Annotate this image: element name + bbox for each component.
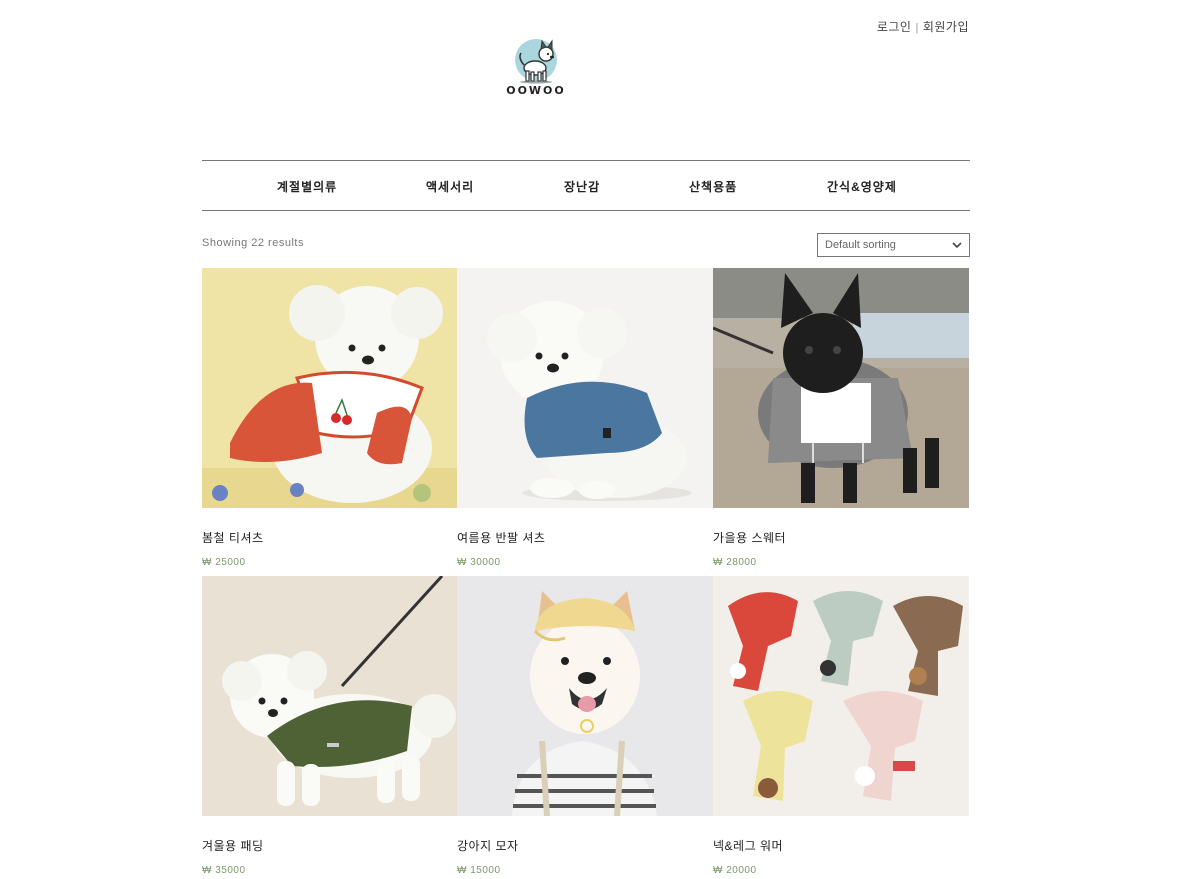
nav-item-toys[interactable]: 장난감 [564, 178, 600, 195]
bulldog-grey-sweater-photo-icon [713, 268, 969, 508]
scarves-photo-icon [713, 576, 969, 816]
product-card[interactable]: 강아지 모자 ₩ 15000 [457, 576, 713, 876]
sort-selected-value: Default sorting [825, 239, 896, 251]
product-name[interactable]: 봄철 티셔츠 [202, 529, 264, 546]
separator: | [915, 22, 919, 34]
results-count: Showing 22 results [202, 237, 304, 249]
product-name[interactable]: 강아지 모자 [457, 837, 519, 854]
top-utility-bar: 로그인 | 회원가입 [877, 18, 969, 35]
signup-link[interactable]: 회원가입 [923, 20, 969, 34]
product-name[interactable]: 겨울용 패딩 [202, 837, 264, 854]
login-link[interactable]: 로그인 [877, 20, 912, 34]
dog-blue-shirt-photo-icon [457, 268, 713, 508]
product-image[interactable] [457, 268, 713, 508]
nav-item-walking-supplies[interactable]: 산책용품 [689, 178, 737, 195]
product-card[interactable]: 봄철 티셔츠 ₩ 25000 [202, 268, 458, 568]
product-price: ₩ 15000 [457, 865, 501, 876]
dog-red-dress-photo-icon [202, 268, 458, 508]
shiba-cap-photo-icon [457, 576, 713, 816]
nav-item-seasonal-clothing[interactable]: 계절별의류 [277, 178, 337, 195]
product-name[interactable]: 여름용 반팔 셔츠 [457, 529, 545, 546]
product-image[interactable] [202, 576, 458, 816]
logo-wordmark: OOWOO [506, 84, 566, 97]
product-price: ₩ 30000 [457, 557, 501, 568]
dog-logo-icon [515, 39, 557, 84]
sort-select[interactable]: Default sorting [817, 233, 970, 257]
product-card[interactable]: 넥&레그 워머 ₩ 20000 [713, 576, 969, 876]
product-image[interactable] [713, 576, 969, 816]
product-card[interactable]: 겨울용 패딩 ₩ 35000 [202, 576, 458, 876]
dog-green-padding-photo-icon [202, 576, 458, 816]
product-price: ₩ 25000 [202, 557, 246, 568]
chevron-down-icon [952, 242, 962, 249]
product-image[interactable] [457, 576, 713, 816]
nav-item-accessories[interactable]: 액세서리 [426, 178, 474, 195]
product-card[interactable]: 여름용 반팔 셔츠 ₩ 30000 [457, 268, 713, 568]
product-price: ₩ 20000 [713, 865, 757, 876]
product-card[interactable]: 가을용 스웨터 ₩ 28000 [713, 268, 969, 568]
product-name[interactable]: 가을용 스웨터 [713, 529, 786, 546]
nav-item-snacks-supplements[interactable]: 간식&영양제 [827, 178, 897, 195]
product-name[interactable]: 넥&레그 워머 [713, 837, 783, 854]
product-price: ₩ 35000 [202, 865, 246, 876]
product-image[interactable] [713, 268, 969, 508]
product-image[interactable] [202, 268, 458, 508]
site-logo[interactable]: OOWOO [505, 38, 567, 102]
main-navigation: 계절별의류 액세서리 장난감 산책용품 간식&영양제 [202, 160, 970, 211]
product-price: ₩ 28000 [713, 557, 757, 568]
